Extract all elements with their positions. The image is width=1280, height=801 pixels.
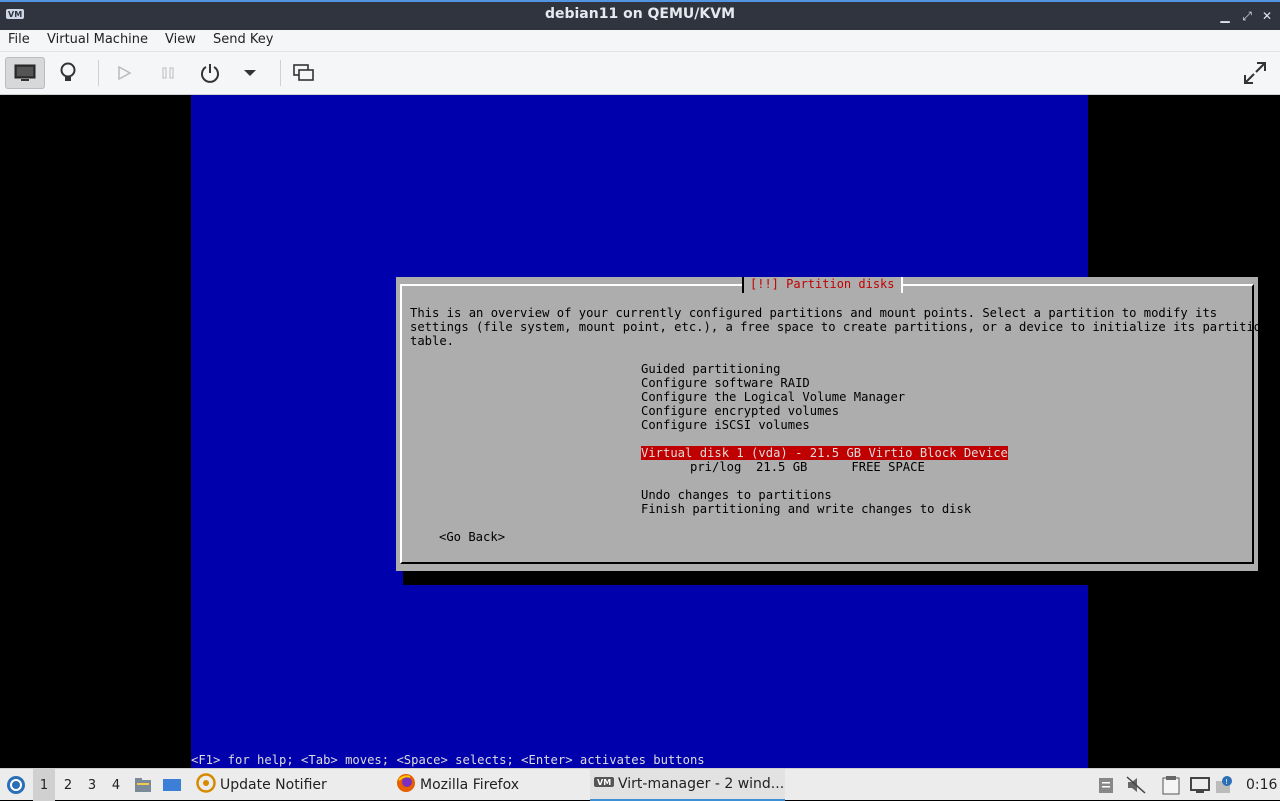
menu-software-raid[interactable]: Configure software RAID	[641, 376, 810, 390]
run-icon[interactable]	[104, 57, 144, 89]
menu-file[interactable]: File	[8, 32, 30, 47]
task-update-notifier[interactable]: Update Notifier	[192, 769, 382, 801]
close-icon[interactable]: ✕	[1258, 7, 1276, 25]
task-label: Mozilla Firefox	[420, 777, 520, 793]
show-desktop-icon[interactable]	[162, 769, 184, 801]
task-virt-manager[interactable]: VM Virt-manager - 2 wind...	[590, 769, 785, 801]
menu-virtual-machine[interactable]: Virtual Machine	[47, 32, 148, 47]
lightbulb-icon[interactable]	[48, 57, 88, 89]
workspace-3[interactable]: 3	[81, 769, 103, 801]
clock[interactable]: 0:16	[1246, 769, 1277, 801]
window-titlebar: VM debian11 on QEMU/KVM ▁ ⤢ ✕	[0, 0, 1280, 30]
taskbar: 1 2 3 4 Update Notifier Mozilla Firefox …	[0, 768, 1280, 801]
maximize-icon[interactable]: ⤢	[1238, 7, 1256, 25]
console-icon[interactable]	[5, 57, 45, 89]
workspace-1[interactable]: 1	[33, 769, 55, 801]
task-firefox[interactable]: Mozilla Firefox	[392, 769, 582, 801]
svg-text:VM: VM	[597, 778, 611, 787]
notification-tray-icon[interactable]: !	[1214, 769, 1236, 801]
notes-tray-icon[interactable]	[1162, 769, 1184, 801]
task-label: Virt-manager - 2 wind...	[618, 776, 785, 792]
start-menu-icon[interactable]	[4, 769, 28, 801]
minimize-icon[interactable]: ▁	[1216, 7, 1234, 25]
firefox-icon	[396, 773, 416, 797]
virt-manager-icon: VM	[594, 776, 614, 792]
finish-partitioning-item[interactable]: Finish partitioning and write changes to…	[641, 502, 971, 516]
menu-view[interactable]: View	[165, 32, 196, 47]
pause-icon[interactable]	[148, 57, 188, 89]
vm-screen[interactable]: [!!] Partition disks This is an overview…	[191, 95, 1269, 768]
power-icon[interactable]	[190, 57, 230, 89]
dialog-description-line: settings (file system, mount point, etc.…	[410, 320, 1269, 334]
fullscreen-icon[interactable]	[1235, 57, 1275, 89]
menu-iscsi-volumes[interactable]: Configure iSCSI volumes	[641, 418, 810, 432]
clipboard-tray-icon[interactable]	[1098, 769, 1118, 801]
dropdown-icon[interactable]	[230, 57, 270, 89]
menu-guided-partitioning[interactable]: Guided partitioning	[641, 362, 780, 376]
partition-dialog: [!!] Partition disks This is an overview…	[396, 277, 1269, 571]
snapshot-icon[interactable]	[284, 57, 324, 89]
workspace-4[interactable]: 4	[105, 769, 127, 801]
menubar: File Virtual Machine View Send Key	[0, 30, 1280, 52]
window-title: debian11 on QEMU/KVM	[544, 6, 736, 22]
free-space-item[interactable]: pri/log 21.5 GB FREE SPACE	[690, 460, 925, 474]
menu-encrypted-volumes[interactable]: Configure encrypted volumes	[641, 404, 839, 418]
disk-vda-item[interactable]: Virtual disk 1 (vda) - 21.5 GB Virtio Bl…	[641, 446, 1008, 460]
network-tray-icon[interactable]	[1190, 769, 1212, 801]
dialog-description-line: This is an overview of your currently co…	[410, 306, 1218, 320]
dialog-description-line: table.	[410, 334, 455, 348]
menu-send-key[interactable]: Send Key	[213, 32, 273, 47]
workspace-2[interactable]: 2	[57, 769, 79, 801]
go-back-button[interactable]: <Go Back>	[439, 530, 505, 544]
toolbar	[0, 52, 1280, 95]
dialog-title: [!!] Partition disks	[742, 277, 903, 293]
update-notifier-icon	[196, 773, 216, 797]
file-manager-icon[interactable]	[134, 769, 154, 801]
svg-text:!: !	[1225, 778, 1228, 786]
undo-changes-item[interactable]: Undo changes to partitions	[641, 488, 832, 502]
volume-muted-icon[interactable]	[1126, 769, 1148, 801]
vm-display[interactable]: [!!] Partition disks This is an overview…	[0, 95, 1280, 768]
task-label: Update Notifier	[220, 777, 327, 793]
menu-lvm[interactable]: Configure the Logical Volume Manager	[641, 390, 905, 404]
installer-help-line: <F1> for help; <Tab> moves; <Space> sele…	[191, 753, 705, 767]
